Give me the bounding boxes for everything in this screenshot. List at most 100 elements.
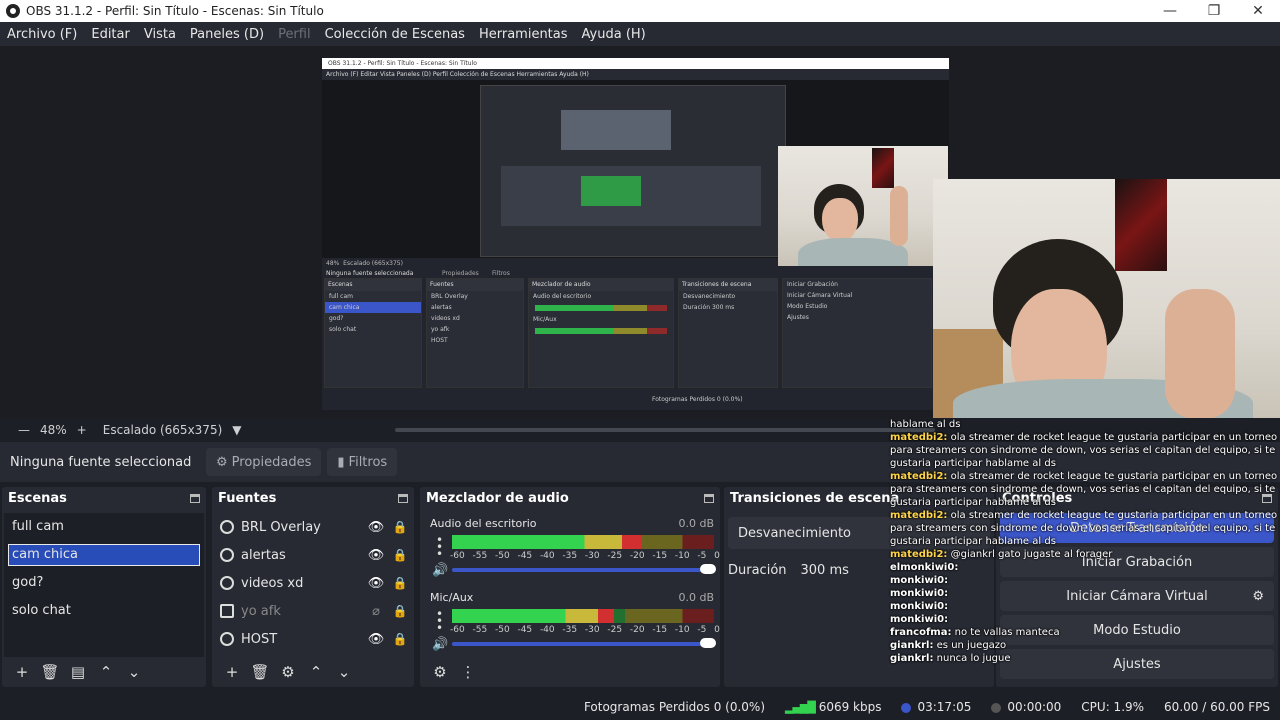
add-source-button[interactable]: +	[218, 663, 246, 681]
studio-mode-button[interactable]: Modo Estudio	[1000, 615, 1274, 645]
undock-icon[interactable]	[190, 493, 200, 503]
lock-icon[interactable]: 🔒	[388, 604, 412, 618]
live-time: 03:17:05	[891, 700, 981, 714]
title-bar: OBS 31.1.2 - Perfil: Sin Título - Escena…	[0, 0, 1280, 22]
source-item[interactable]: videos xd 👁 🔒	[214, 569, 412, 597]
volume-slider[interactable]	[452, 564, 716, 574]
start-recording-button[interactable]: Iniciar Grabación	[1000, 547, 1274, 577]
menu-archivo[interactable]: Archivo (F)	[0, 27, 84, 42]
filters-button[interactable]: ▮ Filtros	[327, 448, 398, 476]
volume-slider[interactable]	[452, 638, 716, 648]
mixer-menu-icon[interactable]: ⋮	[454, 663, 482, 681]
meter-tick-label: -50	[494, 551, 510, 561]
lock-icon[interactable]: 🔒	[388, 632, 412, 646]
undock-icon[interactable]	[1262, 493, 1272, 503]
source-item[interactable]: yo afk ⌀ 🔒	[214, 597, 412, 625]
meter-ticks: -60 -55 -50 -45 -40 -35 -30 -25 -20 -15 -10 -5 0	[450, 551, 720, 561]
scenes-list: full cam cam chica god? solo chat	[4, 513, 204, 657]
zoom-minus-button[interactable]: —	[0, 423, 40, 437]
properties-button[interactable]: ⚙ Propiedades	[206, 448, 322, 476]
meter-tick-label: -45	[517, 625, 533, 635]
menu-perfil[interactable]: Perfil	[271, 27, 318, 42]
scene-filters-icon[interactable]: ▤	[64, 663, 92, 681]
source-item[interactable]: alertas 👁 🔒	[214, 541, 412, 569]
volume-slider-handle[interactable]	[700, 638, 716, 648]
scene-item[interactable]: full cam	[4, 513, 204, 541]
minimize-button[interactable]: —	[1148, 3, 1192, 19]
move-up-icon[interactable]: ⌃	[302, 663, 330, 681]
menu-coleccion-escenas[interactable]: Colección de Escenas	[318, 27, 472, 42]
lock-icon[interactable]: 🔒	[388, 548, 412, 562]
meter-tick-label: -60	[450, 551, 465, 561]
eye-icon[interactable]: 👁	[364, 548, 388, 563]
move-down-icon[interactable]: ⌄	[120, 663, 148, 681]
source-item[interactable]: BRL Overlay 👁 🔒	[214, 513, 412, 541]
meter-tick-label: -60	[450, 625, 465, 635]
meter-tick-label: -25	[607, 625, 623, 635]
bitrate: ▂▄▆█ 6069 kbps	[785, 700, 882, 714]
lock-icon[interactable]: 🔒	[388, 520, 412, 534]
transition-select[interactable]: Desvanecimiento	[728, 517, 990, 549]
globe-icon	[220, 632, 234, 646]
meter-tick-label: -10	[674, 625, 690, 635]
menu-ayuda[interactable]: Ayuda (H)	[575, 27, 653, 42]
menu-paneles[interactable]: Paneles (D)	[183, 27, 271, 42]
preview-scrollbar[interactable]	[395, 428, 935, 432]
advanced-audio-icon[interactable]: ⚙	[426, 663, 454, 681]
trash-icon[interactable]: 🗑	[246, 663, 274, 681]
maximize-button[interactable]: ❐	[1192, 3, 1236, 19]
scenes-dock: Escenas full cam cam chica god? solo cha…	[2, 487, 206, 687]
lock-icon[interactable]: 🔒	[388, 576, 412, 590]
move-up-icon[interactable]: ⌃	[92, 663, 120, 681]
mixer-channel: Audio del escritorio 0.0 dB • • • -60 -55 -5…	[422, 513, 720, 587]
undock-icon[interactable]	[398, 493, 408, 503]
eye-icon[interactable]: 👁	[364, 520, 388, 535]
source-item[interactable]: HOST 👁 🔒	[214, 625, 412, 653]
sources-dock: Fuentes BRL Overlay 👁 🔒 alertas 👁 🔒 vide…	[212, 487, 414, 687]
menu-editar[interactable]: Editar	[84, 27, 137, 42]
nested-inner-preview	[480, 85, 786, 257]
scene-item[interactable]: solo chat	[4, 597, 204, 625]
record-indicator-icon	[991, 702, 1002, 713]
meter-tick-label: -30	[584, 551, 600, 561]
live-indicator-icon	[901, 702, 912, 713]
stop-stream-button[interactable]: Detener Transmisión	[1000, 513, 1274, 543]
menu-herramientas[interactable]: Herramientas	[472, 27, 575, 42]
sources-title: Fuentes	[218, 490, 277, 506]
meter-tick-label: -20	[629, 551, 645, 561]
close-button[interactable]: ✕	[1236, 3, 1280, 19]
record-time: 00:00:00	[981, 700, 1071, 714]
scene-item[interactable]: god?	[4, 569, 204, 597]
scale-dropdown-icon[interactable]: ▼	[222, 423, 251, 437]
meter-tick-label: 0	[714, 625, 720, 635]
gear-icon: ⚙	[216, 454, 228, 470]
meter-tick-label: -30	[584, 625, 600, 635]
settings-button[interactable]: Ajustes	[1000, 649, 1274, 679]
add-scene-button[interactable]: +	[8, 663, 36, 681]
eye-hidden-icon[interactable]: ⌀	[364, 604, 388, 619]
scenes-title: Escenas	[8, 490, 67, 506]
eye-icon[interactable]: 👁	[364, 576, 388, 591]
zoom-plus-button[interactable]: +	[67, 423, 97, 437]
meter-tick-label: -5	[697, 551, 707, 561]
meter-tick-label: -45	[517, 551, 533, 561]
meter-tick-label: -40	[539, 551, 555, 561]
scene-item-selected[interactable]: cam chica	[8, 544, 200, 566]
channel-menu-icon[interactable]: • • •	[436, 534, 443, 560]
channel-menu-icon[interactable]: • • •	[436, 608, 443, 634]
gear-icon[interactable]: ⚙	[1252, 589, 1264, 604]
meter-tick-label: -15	[652, 551, 668, 561]
menu-vista[interactable]: Vista	[137, 27, 183, 42]
speaker-icon[interactable]: 🔊	[432, 563, 448, 578]
volume-slider-handle[interactable]	[700, 564, 716, 574]
zoom-level: 48%	[40, 423, 67, 437]
duration-input[interactable]: 300 ms	[801, 563, 849, 578]
virtual-camera-button[interactable]: Iniciar Cámara Virtual ⚙	[1000, 581, 1274, 611]
trash-icon[interactable]: 🗑	[36, 663, 64, 681]
move-down-icon[interactable]: ⌄	[330, 663, 358, 681]
eye-icon[interactable]: 👁	[364, 632, 388, 647]
undock-icon[interactable]	[704, 493, 714, 503]
preview-area[interactable]: OBS 31.1.2 - Perfil: Sin Título - Escena…	[0, 46, 1280, 418]
gear-icon[interactable]: ⚙	[274, 663, 302, 681]
speaker-icon[interactable]: 🔊	[432, 637, 448, 652]
